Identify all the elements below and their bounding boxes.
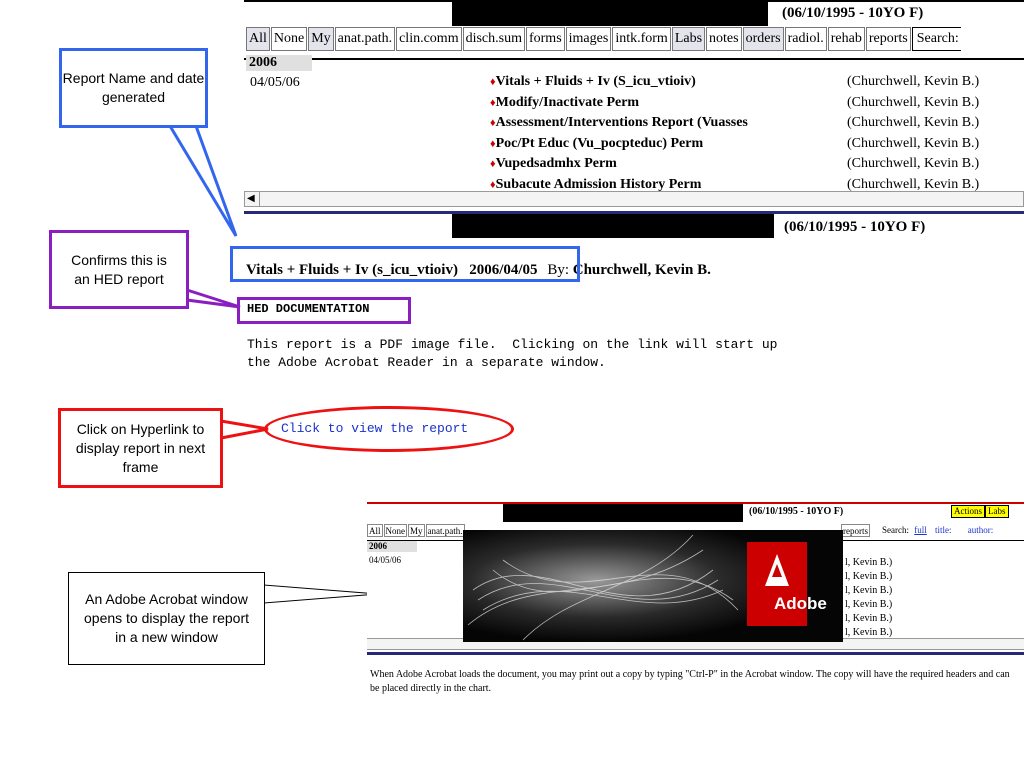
pointer-hed bbox=[185, 287, 241, 309]
splash-swirl-art bbox=[463, 530, 843, 642]
mini-tab-anat-path[interactable]: anat.path. bbox=[425, 524, 465, 537]
mini-patient-header: (06/10/1995 - 10YO F) bbox=[749, 506, 844, 517]
mini-search-title[interactable]: title: bbox=[935, 525, 952, 535]
mini-search-label: Search: bbox=[882, 525, 909, 535]
callout-acrobat: An Adobe Acrobat window opens to display… bbox=[68, 572, 265, 665]
mini-author: l, Kevin B.) bbox=[845, 599, 893, 610]
mini-author: l, Kevin B.) bbox=[845, 571, 893, 582]
callout-acrobat-text: An Adobe Acrobat window opens to display… bbox=[84, 591, 249, 645]
mini-author: l, Kevin B.) bbox=[845, 585, 893, 596]
callout-report-name-text: Report Name and date generated bbox=[62, 70, 205, 105]
callout-click-text: Click on Hyperlink to display report in … bbox=[75, 420, 206, 475]
mini-date: 04/05/06 bbox=[369, 555, 402, 565]
mini-search-full[interactable]: full bbox=[914, 525, 927, 535]
acrobat-print-note: When Adobe Acrobat loads the document, y… bbox=[370, 669, 1010, 694]
mini-author: l, Kevin B.) bbox=[845, 613, 893, 624]
callout-confirms-hed: Confirms this is an HED report bbox=[49, 230, 189, 309]
mini-author: l, Kevin B.) bbox=[845, 627, 893, 638]
mini-divider bbox=[367, 652, 1024, 655]
pointer-report-name bbox=[167, 124, 238, 237]
mini-author: l, Kevin B.) bbox=[845, 557, 893, 568]
mini-tab-none[interactable]: None bbox=[383, 524, 408, 537]
mini-tab-reports[interactable]: reports bbox=[841, 524, 870, 537]
mini-search: Search: full title: author: bbox=[882, 525, 993, 535]
pointer-click bbox=[219, 419, 269, 440]
pointer-acrobat bbox=[263, 584, 379, 604]
mini-year: 2006 bbox=[367, 541, 417, 552]
adobe-splash-window: Adobe bbox=[463, 530, 843, 642]
mini-tab-all[interactable]: All bbox=[367, 524, 383, 537]
callout-confirms-text: Confirms this is an HED report bbox=[71, 251, 167, 287]
adobe-wordmark: Adobe bbox=[774, 594, 827, 613]
mini-tab-my[interactable]: My bbox=[408, 524, 425, 537]
mini-search-author[interactable]: author: bbox=[968, 525, 994, 535]
callout-click-hyperlink: Click on Hyperlink to display report in … bbox=[58, 408, 223, 488]
mini-tabs: All None My anat.path. bbox=[367, 524, 465, 537]
mini-actions-button[interactable]: Actions bbox=[951, 505, 985, 518]
callout-report-name: Report Name and date generated bbox=[59, 48, 208, 128]
mini-labs-button[interactable]: Labs bbox=[985, 505, 1009, 518]
mini-redacted-bar bbox=[503, 504, 743, 522]
